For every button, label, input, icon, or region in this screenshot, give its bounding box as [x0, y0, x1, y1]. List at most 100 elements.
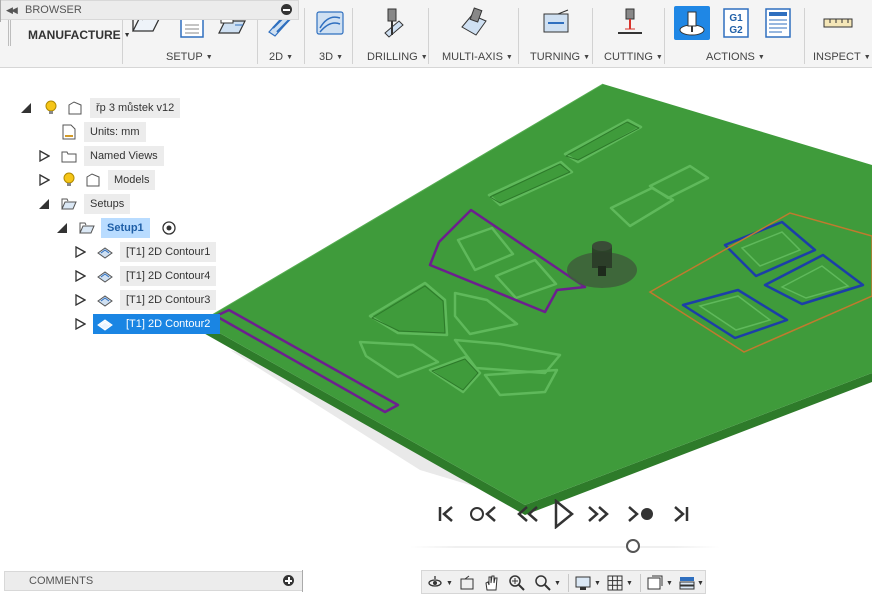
group-inspect-label: INSPECT: [813, 51, 861, 63]
tree-item-operation[interactable]: [T1] 2D Contour4: [0, 266, 300, 286]
3d-adaptive-icon[interactable]: [312, 6, 348, 40]
measure-icon[interactable]: [820, 6, 856, 40]
group-inspect[interactable]: INSPECT ▼: [813, 51, 871, 63]
gcode-text-bottom: G2: [729, 25, 743, 36]
comments-panel-header: COMMENTS: [4, 571, 303, 591]
previous-operation-button[interactable]: [468, 500, 502, 528]
group-actions-label: ACTIONS: [706, 51, 755, 63]
chevron-down-icon: ▼: [505, 53, 513, 61]
collapsed-triangle-icon[interactable]: [74, 318, 86, 330]
tree-item-label: [T1] 2D Contour4: [120, 266, 217, 286]
tree-item-label: řp 3 můstek v12: [90, 98, 181, 118]
expanded-triangle-icon[interactable]: [20, 102, 32, 114]
collapse-panel-icon[interactable]: ◀◀: [6, 1, 18, 19]
panel-resize-handle[interactable]: [0, 0, 1, 22]
contour-op-icon: [97, 295, 113, 307]
tree-item-label: [T1] 2D Contour3: [120, 290, 217, 310]
chevron-down-icon[interactable]: ▼: [626, 580, 633, 587]
panel-resize-handle[interactable]: [302, 570, 303, 592]
collapsed-triangle-icon[interactable]: [74, 270, 86, 282]
workspace-switcher[interactable]: MANUFACTURE ▼: [14, 22, 145, 48]
tree-item-label: Setup1: [101, 218, 150, 238]
pan-hand-icon[interactable]: [482, 574, 500, 592]
tree-item-label: Units: mm: [84, 122, 146, 142]
chevron-down-icon[interactable]: ▼: [446, 580, 453, 587]
tree-item-document[interactable]: řp 3 můstek v12: [0, 98, 300, 118]
tree-item-setup1[interactable]: Setup1: [0, 218, 300, 238]
group-turning[interactable]: TURNING ▼: [530, 51, 590, 63]
tree-item-operation[interactable]: [T1] 2D Contour3: [0, 290, 300, 310]
separator: [640, 574, 641, 592]
tree-item-units[interactable]: Units: mm: [0, 122, 300, 142]
collapsed-triangle-icon[interactable]: [74, 294, 86, 306]
browser-header: ◀◀ BROWSER: [0, 0, 299, 20]
folder-open-icon: [61, 198, 77, 210]
group-multi-axis-label: MULTI-AXIS: [442, 51, 503, 63]
tree-item-models[interactable]: Models: [0, 170, 300, 190]
expanded-triangle-icon[interactable]: [38, 198, 50, 210]
drill-icon[interactable]: [374, 6, 410, 40]
activate-radio-icon[interactable]: [160, 219, 178, 237]
turning-icon[interactable]: [538, 6, 574, 40]
minimize-icon[interactable]: [281, 4, 292, 15]
separator: [804, 8, 805, 64]
look-at-icon[interactable]: [458, 574, 476, 592]
contour-op-icon: [97, 319, 113, 331]
group-actions[interactable]: ACTIONS ▼: [706, 51, 765, 63]
simulation-timeline[interactable]: [410, 546, 720, 548]
separator: [592, 8, 593, 64]
group-drilling-label: DRILLING: [367, 51, 418, 63]
post-process-icon[interactable]: G1 G2: [718, 6, 754, 40]
group-drilling[interactable]: DRILLING ▼: [367, 51, 428, 63]
go-to-end-button[interactable]: [668, 500, 692, 528]
viewports-icon[interactable]: [646, 574, 664, 592]
chevron-down-icon[interactable]: ▼: [594, 580, 601, 587]
orbit-icon[interactable]: [426, 574, 444, 592]
chevron-down-icon[interactable]: ▼: [697, 580, 704, 587]
chevron-down-icon: ▼: [863, 53, 871, 61]
collapsed-triangle-icon[interactable]: [38, 174, 50, 186]
zoom-icon[interactable]: [508, 574, 526, 592]
display-settings-icon[interactable]: [574, 574, 592, 592]
component-icon: [86, 173, 100, 187]
contour-op-icon: [97, 247, 113, 259]
setup-sheet-doc-icon[interactable]: [760, 6, 796, 40]
group-3d-label: 3D: [319, 51, 334, 63]
step-forward-button[interactable]: [582, 500, 612, 528]
lightbulb-icon[interactable]: [60, 171, 78, 189]
group-2d[interactable]: 2D ▼: [269, 51, 293, 63]
grid-icon[interactable]: [606, 574, 624, 592]
step-back-button[interactable]: [514, 500, 544, 528]
expanded-triangle-icon[interactable]: [56, 222, 68, 234]
timeline-slider-handle[interactable]: [626, 539, 641, 553]
folder-open-icon: [79, 222, 95, 234]
chevron-down-icon[interactable]: ▼: [554, 580, 561, 587]
go-to-start-button[interactable]: [434, 500, 460, 528]
collapsed-triangle-icon[interactable]: [74, 246, 86, 258]
simulate-icon[interactable]: [674, 6, 710, 40]
cutting-icon[interactable]: [612, 6, 648, 40]
chevron-down-icon: ▼: [420, 53, 428, 61]
group-setup[interactable]: SETUP ▼: [166, 51, 213, 63]
play-button[interactable]: [552, 499, 576, 529]
tree-item-operation-selected[interactable]: [T1] 2D Contour2: [0, 314, 300, 334]
collapsed-triangle-icon[interactable]: [38, 150, 50, 162]
tree-item-operation[interactable]: [T1] 2D Contour1: [0, 242, 300, 262]
contour-op-icon: [97, 271, 113, 283]
environment-icon[interactable]: [678, 574, 696, 592]
lightbulb-icon[interactable]: [42, 99, 60, 117]
chevron-down-icon: ▼: [336, 53, 343, 61]
fit-zoom-icon[interactable]: [534, 574, 552, 592]
separator: [518, 8, 519, 64]
tree-item-named-views[interactable]: Named Views: [0, 146, 300, 166]
tree-item-label: [T1] 2D Contour1: [120, 242, 217, 262]
multi-axis-icon[interactable]: [456, 6, 492, 40]
group-3d[interactable]: 3D ▼: [319, 51, 343, 63]
document-icon: [62, 124, 76, 140]
chevron-down-icon[interactable]: ▼: [666, 580, 673, 587]
next-operation-button[interactable]: [624, 500, 658, 528]
group-multi-axis[interactable]: MULTI-AXIS ▼: [442, 51, 513, 63]
tree-item-setups[interactable]: Setups: [0, 194, 300, 214]
group-cutting[interactable]: CUTTING ▼: [604, 51, 663, 63]
add-comment-icon[interactable]: [283, 575, 294, 586]
